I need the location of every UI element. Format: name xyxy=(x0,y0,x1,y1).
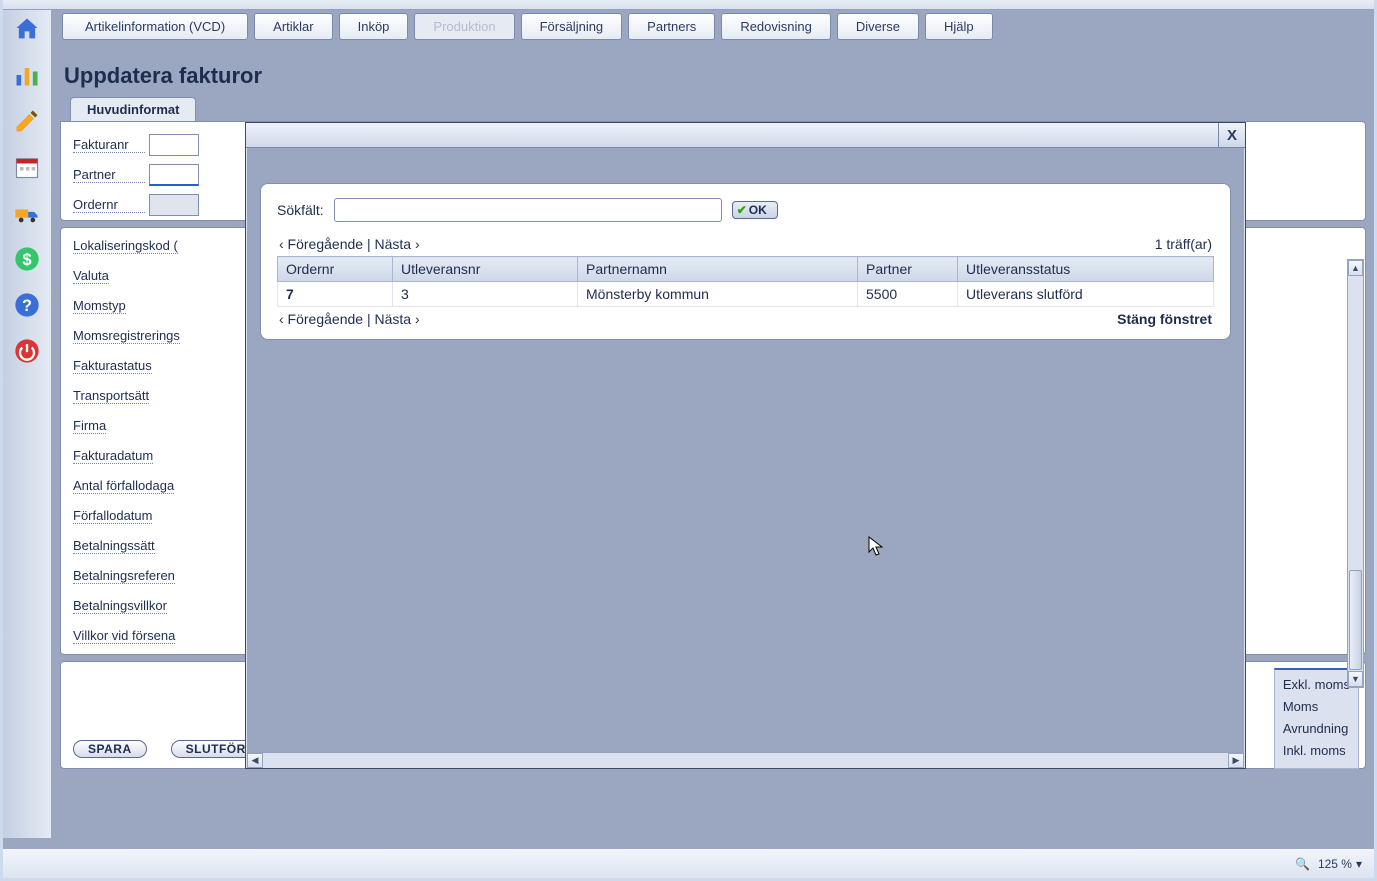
nav-tab-redovisning[interactable]: Redovisning xyxy=(721,13,831,40)
status-bar: 🔍 125 % ▾ xyxy=(3,848,1374,878)
tab-huvudinformation[interactable]: Huvudinformat xyxy=(70,97,196,121)
chart-icon[interactable] xyxy=(11,59,43,91)
col-partnernamn[interactable]: Partnernamn xyxy=(578,257,858,282)
results-table: Ordernr Utleveransnr Partnernamn Partner… xyxy=(277,256,1214,307)
label-antal-forfallodagar: Antal förfallodaga xyxy=(73,478,174,494)
window-top-strip xyxy=(3,0,1374,10)
input-fakturanr[interactable] xyxy=(149,134,199,156)
cell-partner: 5500 xyxy=(858,282,958,307)
help-icon[interactable]: ? xyxy=(11,289,43,321)
nav-tab-inkop[interactable]: Inköp xyxy=(339,13,409,40)
label-fakturadatum: Fakturadatum xyxy=(73,448,153,464)
page-title: Uppdatera fakturor xyxy=(52,40,1374,97)
label-fakturastatus: Fakturastatus xyxy=(73,358,152,374)
scroll-left-icon[interactable]: ◀ xyxy=(247,753,263,768)
results-next[interactable]: Nästa › xyxy=(374,236,419,252)
scroll-up-icon[interactable]: ▲ xyxy=(1348,260,1363,276)
top-nav-tabs: Artikelinformation (VCD) Artiklar Inköp … xyxy=(52,10,1374,40)
results-next-bottom[interactable]: Nästa › xyxy=(374,311,419,327)
total-inkl-moms: Inkl. moms xyxy=(1283,740,1350,762)
magnifier-icon[interactable]: 🔍 xyxy=(1295,857,1310,871)
cell-utleveransnr: 3 xyxy=(393,282,578,307)
scroll-track[interactable] xyxy=(263,753,1228,767)
col-partner[interactable]: Partner xyxy=(858,257,958,282)
chevron-down-icon: ▾ xyxy=(1356,857,1362,871)
label-firma: Firma xyxy=(73,418,106,434)
zoom-dropdown[interactable]: 125 % ▾ xyxy=(1318,857,1362,871)
power-icon[interactable] xyxy=(11,335,43,367)
nav-tab-hjalp[interactable]: Hjälp xyxy=(925,13,993,40)
modal-titlebar: X xyxy=(246,123,1245,148)
search-input[interactable] xyxy=(334,198,722,222)
modal-horizontal-scrollbar[interactable]: ◀ ▶ xyxy=(247,752,1244,767)
nav-tab-partners[interactable]: Partners xyxy=(628,13,715,40)
money-icon[interactable]: $ xyxy=(11,243,43,275)
col-status[interactable]: Utleveransstatus xyxy=(958,257,1214,282)
input-partner[interactable] xyxy=(149,164,199,186)
hit-count: 1 träff(ar) xyxy=(1155,236,1212,252)
nav-tab-diverse[interactable]: Diverse xyxy=(837,13,919,40)
input-ordernr[interactable] xyxy=(149,194,199,216)
cell-status: Utleverans slutförd xyxy=(958,282,1214,307)
results-prev[interactable]: ‹ Föregående xyxy=(279,236,363,252)
nav-tab-produktion: Produktion xyxy=(414,13,514,40)
cell-ordernr[interactable]: 7 xyxy=(278,282,393,307)
calendar-icon[interactable] xyxy=(11,151,43,183)
home-icon[interactable] xyxy=(11,13,43,45)
label-betalningssatt: Betalningssätt xyxy=(73,538,155,554)
svg-text:?: ? xyxy=(22,297,32,315)
search-field-label: Sökfält: xyxy=(277,202,324,218)
nav-tab-artikelinformation[interactable]: Artikelinformation (VCD) xyxy=(62,13,248,40)
total-moms: Moms xyxy=(1283,696,1350,718)
save-button[interactable]: SPARA xyxy=(73,740,147,758)
label-momstyp: Momstyp xyxy=(73,298,126,314)
label-momsregistrering: Momsregistrerings xyxy=(73,328,180,344)
total-avrundning: Avrundning xyxy=(1283,718,1350,740)
scroll-down-icon[interactable]: ▼ xyxy=(1348,671,1363,687)
col-ordernr[interactable]: Ordernr xyxy=(278,257,393,282)
search-modal: X Sökfält: ✔OK ‹ Föregående | Nästa › xyxy=(245,122,1246,769)
col-utleveransnr[interactable]: Utleveransnr xyxy=(393,257,578,282)
truck-icon[interactable] xyxy=(11,197,43,229)
total-exkl-moms: Exkl. moms xyxy=(1283,674,1350,696)
label-villkor-forsenad: Villkor vid försena xyxy=(73,628,175,644)
search-panel: Sökfält: ✔OK ‹ Föregående | Nästa › 1 tr… xyxy=(260,183,1231,340)
nav-tab-artiklar[interactable]: Artiklar xyxy=(254,13,332,40)
close-window-link[interactable]: Stäng fönstret xyxy=(1117,311,1212,327)
label-ordernr: Ordernr xyxy=(73,197,145,213)
table-row[interactable]: 7 3 Mönsterby kommun 5500 Utleverans slu… xyxy=(278,282,1214,307)
nav-tab-forsaljning[interactable]: Försäljning xyxy=(521,13,623,40)
label-fakturanr: Fakturanr xyxy=(73,137,145,153)
label-transportsatt: Transportsätt xyxy=(73,388,149,404)
label-betalningsreferens: Betalningsreferen xyxy=(73,568,175,584)
label-betalningsvillkor: Betalningsvillkor xyxy=(73,598,167,614)
label-lokaliseringskod: Lokaliseringskod ( xyxy=(73,238,178,254)
check-icon: ✔ xyxy=(737,203,747,217)
label-partner: Partner xyxy=(73,167,145,183)
results-prev-bottom[interactable]: ‹ Föregående xyxy=(279,311,363,327)
details-vertical-scrollbar[interactable]: ▲ ▼ xyxy=(1347,259,1364,688)
svg-text:$: $ xyxy=(22,251,31,269)
scroll-thumb[interactable] xyxy=(1349,570,1362,670)
ok-button[interactable]: ✔OK xyxy=(732,201,778,219)
scroll-right-icon[interactable]: ▶ xyxy=(1228,753,1244,768)
label-valuta: Valuta xyxy=(73,268,109,284)
left-toolbar: $ ? xyxy=(3,10,52,838)
modal-close-button[interactable]: X xyxy=(1218,123,1245,147)
edit-icon[interactable] xyxy=(11,105,43,137)
label-forfallodatum: Förfallodatum xyxy=(73,508,152,524)
cell-partnernamn: Mönsterby kommun xyxy=(578,282,858,307)
